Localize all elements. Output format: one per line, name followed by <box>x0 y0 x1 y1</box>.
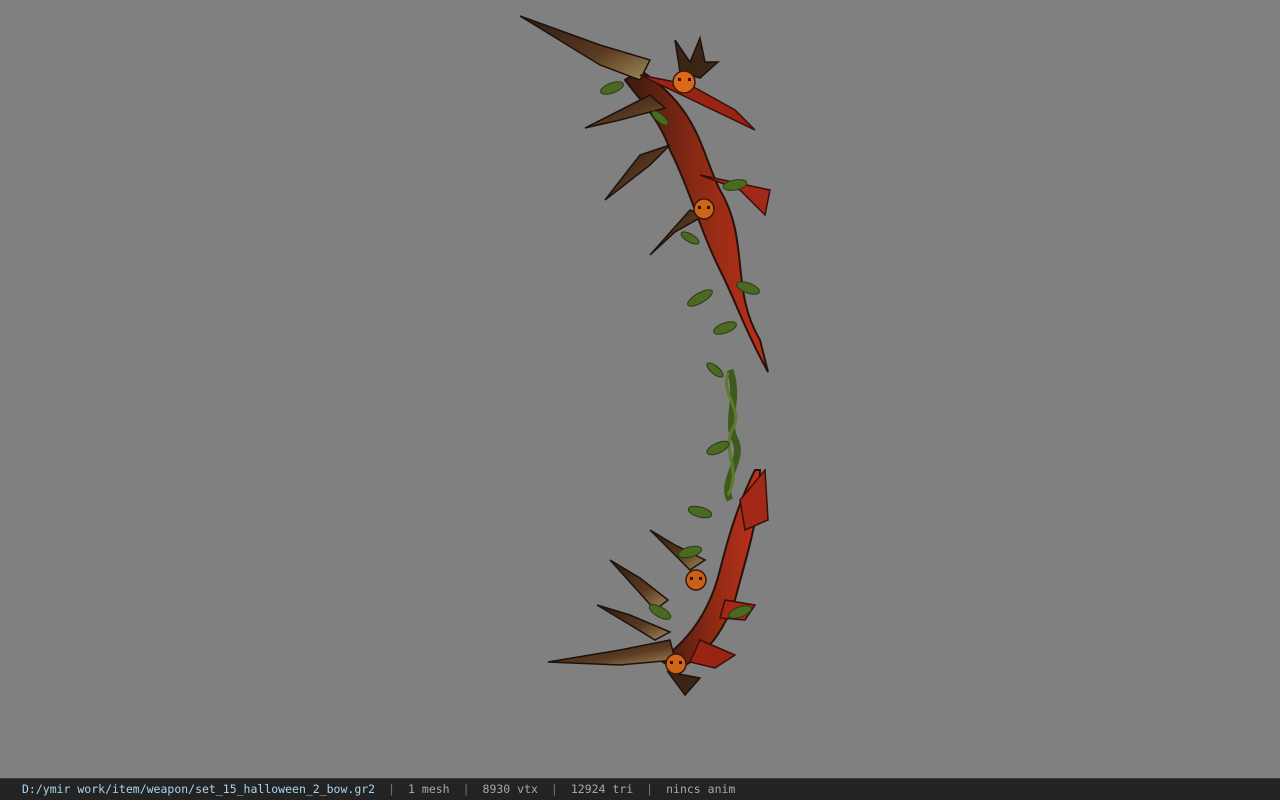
mesh-count: 1 mesh <box>408 782 450 796</box>
halloween-bow-model <box>519 15 771 697</box>
pumpkin-icon <box>672 70 696 94</box>
bottom-spike <box>547 639 676 666</box>
triangle-count: 12924 tri <box>570 782 634 796</box>
top-spike <box>519 15 652 81</box>
vertex-count: 8930 vtx <box>482 782 538 796</box>
separator: | <box>646 782 654 796</box>
animation-status: nincs anim <box>666 782 736 796</box>
separator: | <box>462 782 470 796</box>
3d-viewport[interactable] <box>0 0 1280 778</box>
separator: | <box>550 782 558 796</box>
separator: | <box>388 782 396 796</box>
status-bar: D:/ymir work/item/weapon/set_15_hallowee… <box>0 778 1280 800</box>
file-path: D:/ymir work/item/weapon/set_15_hallowee… <box>22 782 376 796</box>
upper-limb <box>623 68 769 373</box>
